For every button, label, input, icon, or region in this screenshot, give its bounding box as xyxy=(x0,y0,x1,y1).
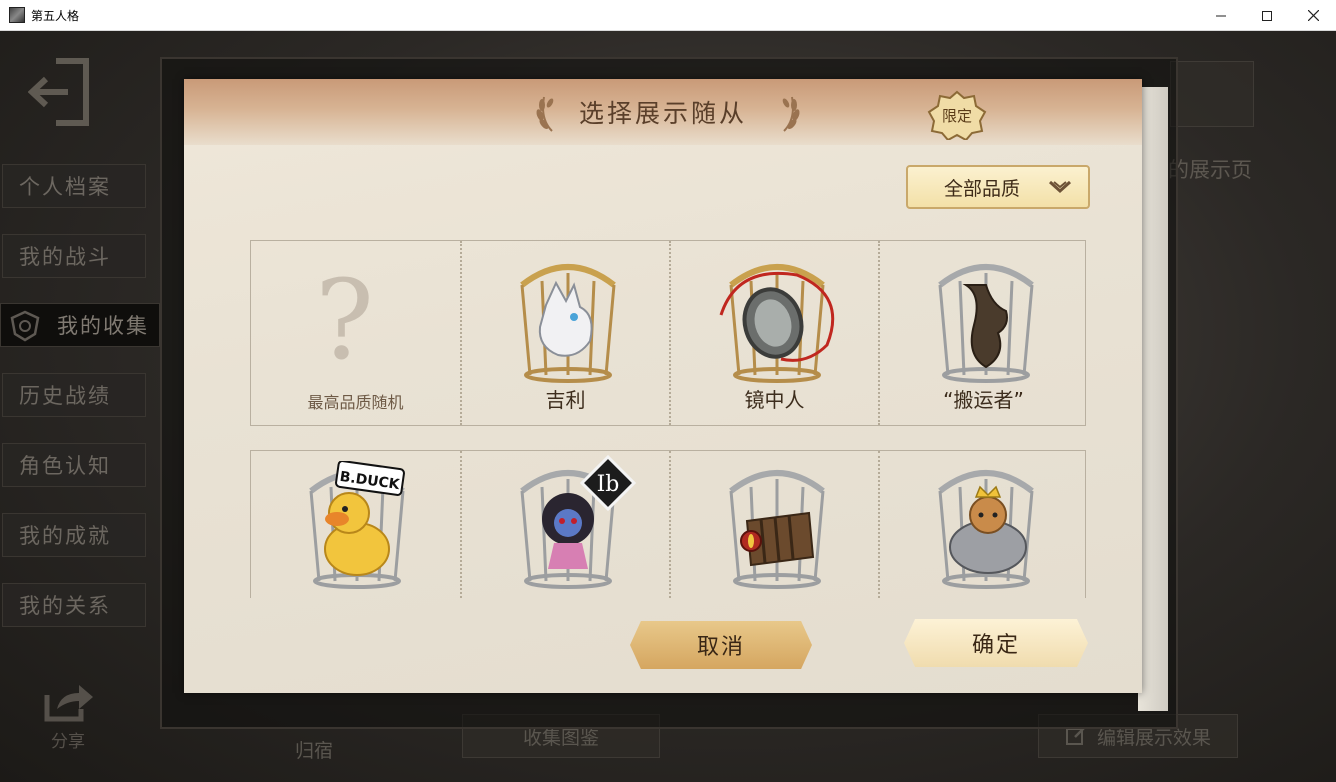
quality-filter-dropdown[interactable]: 全部品质 xyxy=(906,165,1090,209)
quality-filter-value: 全部品质 xyxy=(944,177,1021,200)
cancel-button[interactable]: 取消 xyxy=(630,621,812,669)
game-viewport: 的展示页 个人档案 我的战斗 我的收集 历史战绩 角色认知 我的成就 我的关系 … xyxy=(0,31,1336,782)
share-label: 分享 xyxy=(51,732,85,752)
maximize-icon xyxy=(1262,10,1272,21)
sidebar-item-label: 我的成就 xyxy=(19,524,111,548)
confirm-label: 确定 xyxy=(971,633,1020,658)
background-display-page-text: 的展示页 xyxy=(1168,158,1252,182)
confirm-button[interactable]: 确定 xyxy=(904,619,1088,667)
pet-grid-row: ? 最高品质随机 吉利 镜中人 “搬运者” xyxy=(250,240,1086,426)
carrier-pet-icon xyxy=(938,264,1034,383)
sidebar-item-profile[interactable]: 个人档案 xyxy=(2,164,146,208)
question-mark-icon: ? xyxy=(315,256,374,384)
pet-slot-crowned-cat[interactable] xyxy=(878,451,1087,598)
maximize-button[interactable] xyxy=(1244,0,1290,31)
white-wolf-pet-icon xyxy=(520,264,616,383)
pet-slot-carrier[interactable]: “搬运者” xyxy=(878,241,1087,425)
sidebar-item-collection[interactable]: 我的收集 xyxy=(0,303,160,347)
pet-slot-random[interactable]: ? 最高品质随机 xyxy=(251,241,460,425)
ib-logo-badge: Ib xyxy=(580,455,636,511)
modal-backsheet xyxy=(1138,87,1168,711)
laurel-icon xyxy=(782,96,800,132)
minimize-button[interactable] xyxy=(1198,0,1244,31)
sidebar-item-label: 角色认知 xyxy=(19,454,111,478)
pet-slot-accordion[interactable] xyxy=(669,451,878,598)
sidebar-item-relations[interactable]: 我的关系 xyxy=(2,583,146,627)
dialog-header: 选择展示随从 xyxy=(184,79,1142,145)
pet-slot-jili[interactable]: 吉利 xyxy=(460,241,669,425)
ib-logo-text: Ib xyxy=(597,472,620,497)
cancel-label: 取消 xyxy=(696,635,745,660)
exit-door-icon xyxy=(27,58,89,126)
pet-name: 镜中人 xyxy=(744,388,805,412)
pet-name: “搬运者” xyxy=(943,388,1024,412)
exit-button[interactable] xyxy=(27,57,94,127)
bduck-logo-badge: B.DUCK xyxy=(335,461,405,496)
crowned-cat-pet-icon xyxy=(938,470,1034,589)
sidebar-item-battles[interactable]: 我的战斗 xyxy=(2,234,146,278)
background-panel xyxy=(1170,61,1254,127)
sidebar-item-label: 历史战绩 xyxy=(19,384,111,408)
dorm-button[interactable]: 归宿 xyxy=(214,723,414,767)
limited-badge-text: 限定 xyxy=(942,107,972,125)
pet-grid-row: B.DUCK Ib xyxy=(250,450,1086,598)
pet-slot-mirror-man[interactable]: 镜中人 xyxy=(669,241,878,425)
minimize-icon xyxy=(1216,15,1226,16)
shield-emblem-icon xyxy=(10,310,40,342)
pet-name: 最高品质随机 xyxy=(307,393,404,412)
close-icon xyxy=(1307,10,1319,21)
pet-slot-ib-doll[interactable]: Ib xyxy=(460,451,669,598)
app-icon xyxy=(9,7,25,23)
share-icon xyxy=(44,685,93,722)
pet-name: 吉利 xyxy=(545,388,586,412)
mirror-pet-icon xyxy=(719,264,835,383)
pet-slot-bduck[interactable]: B.DUCK xyxy=(251,451,460,598)
window-title: 第五人格 xyxy=(31,8,80,23)
sidebar-item-history[interactable]: 历史战绩 xyxy=(2,373,146,417)
sidebar-item-achievements[interactable]: 我的成就 xyxy=(2,513,146,557)
select-pet-dialog: 选择展示随从 全部品质 ? 最高品质随机 吉利 镜中人 “搬运者” 限定 B.D… xyxy=(184,79,1142,693)
limited-badge: 限定 xyxy=(927,90,987,140)
chevron-down-icon xyxy=(1048,180,1072,194)
accordion-pet-icon xyxy=(729,470,825,589)
dorm-label: 归宿 xyxy=(294,739,333,762)
sidebar-item-label: 个人档案 xyxy=(19,175,111,199)
dialog-title: 选择展示随从 xyxy=(578,99,747,128)
window-titlebar: 第五人格 xyxy=(0,0,1336,31)
share-button[interactable]: 分享 xyxy=(38,681,98,752)
close-button[interactable] xyxy=(1290,0,1336,31)
sidebar-item-label: 我的收集 xyxy=(57,314,149,338)
sidebar-item-character[interactable]: 角色认知 xyxy=(2,443,146,487)
sidebar-item-label: 我的战斗 xyxy=(19,245,111,269)
laurel-icon xyxy=(536,96,554,132)
sidebar-item-label: 我的关系 xyxy=(19,594,111,618)
